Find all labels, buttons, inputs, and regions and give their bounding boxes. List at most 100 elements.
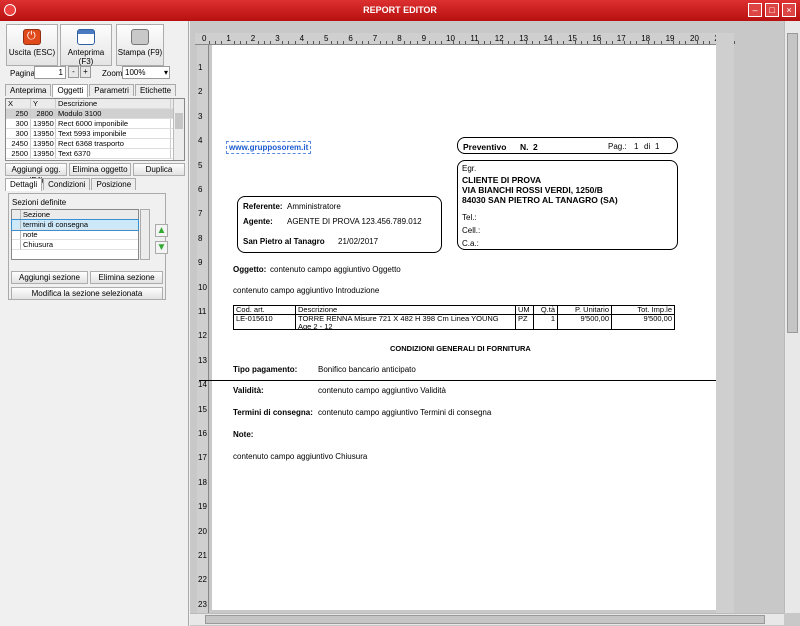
ruler-tick — [361, 41, 363, 44]
tab-condizioni[interactable]: Condizioni — [43, 178, 91, 190]
modify-section-button[interactable]: Modifica la sezione selezionata — [11, 287, 163, 300]
ruler-number: 11 — [198, 307, 207, 316]
main-tabs: Anteprima Oggetti Parametri Etichette — [5, 84, 177, 97]
vertical-scrollbar[interactable] — [784, 21, 800, 613]
tab-etichette[interactable]: Etichette — [134, 84, 177, 96]
sections-scrollbar[interactable] — [140, 209, 150, 260]
tab-posizione[interactable]: Posizione — [91, 178, 137, 190]
cell: Rect 6000 imponibile — [56, 119, 171, 128]
ruler-tick — [343, 41, 345, 44]
cell: 1 — [534, 315, 558, 330]
terms-value: contenuto campo aggiuntivo Termini di co… — [318, 408, 492, 417]
ruler-tick — [379, 41, 381, 44]
checkbox[interactable] — [12, 230, 21, 239]
cell: 9'500,00 — [558, 315, 612, 330]
ruler-tick — [526, 41, 528, 44]
table-row[interactable]: 300 13950 Text 5993 imponibile — [6, 129, 184, 139]
col-header: P. Unitario — [558, 306, 612, 314]
table-row[interactable]: 2450 13950 Rect 6368 trasporto — [6, 139, 184, 149]
list-item[interactable]: termini di consegna — [11, 219, 139, 231]
cell: 2500 — [6, 149, 31, 158]
minimize-icon[interactable]: – — [748, 3, 762, 17]
checkbox[interactable] — [12, 220, 21, 229]
col-x-header[interactable]: X — [6, 99, 31, 108]
ruler-tick — [501, 41, 503, 44]
add-section-button[interactable]: Aggiungi sezione — [11, 271, 88, 284]
preview-icon — [77, 29, 95, 45]
duplicate-button[interactable]: Duplica — [133, 163, 185, 176]
move-down-icon[interactable]: ▼ — [155, 241, 168, 254]
table-row[interactable]: 250 2800 Modulo 3100 — [6, 109, 184, 119]
preview-label: Anteprima (F3) — [67, 48, 105, 66]
ruler-number: 4 — [198, 136, 203, 146]
ruler-tick — [404, 41, 406, 44]
preview-button[interactable]: Anteprima (F3) — [60, 24, 112, 66]
horizontal-scrollbar[interactable] — [190, 613, 784, 625]
grid-scroll-thumb[interactable] — [175, 113, 183, 129]
oggetto-value: contenuto campo aggiuntivo Oggetto — [270, 265, 401, 274]
printer-icon — [131, 29, 149, 45]
ruler-number: 7 — [372, 34, 378, 43]
tab-oggetti[interactable]: Oggetti — [52, 84, 89, 97]
col-desc-header[interactable]: Descrizione — [56, 99, 171, 108]
page-minus-button[interactable]: - — [68, 66, 79, 78]
list-item[interactable]: note — [12, 230, 138, 240]
tab-dettagli[interactable]: Dettagli — [5, 178, 43, 191]
ruler-tick — [660, 41, 662, 44]
sections-header: Sezione — [12, 210, 138, 220]
maximize-icon[interactable]: □ — [765, 3, 779, 17]
ruler-number: 2 — [250, 34, 256, 43]
move-up-icon[interactable]: ▲ — [155, 224, 168, 237]
tab-parametri[interactable]: Parametri — [89, 84, 134, 96]
date-text: 21/02/2017 — [338, 237, 379, 246]
list-item[interactable]: Chiusura — [12, 240, 138, 250]
delete-section-button[interactable]: Elimina sezione — [90, 271, 163, 284]
table-row[interactable]: 2500 13950 Text 6370 — [6, 149, 184, 159]
ruler-tick — [678, 41, 680, 44]
checkbox[interactable] — [12, 240, 21, 249]
website-text[interactable]: www.grupposorem.it — [226, 141, 312, 154]
ruler-tick — [453, 41, 455, 44]
ruler-tick — [562, 41, 564, 44]
ruler-number: 5 — [198, 160, 203, 170]
section-divider[interactable] — [199, 380, 716, 381]
ruler-tick — [239, 41, 241, 44]
ruler-number: 3 — [198, 111, 203, 121]
grid-scrollbar[interactable] — [173, 99, 184, 160]
col-header: Descrizione — [296, 306, 516, 314]
close-icon[interactable]: × — [782, 3, 796, 17]
oggetto-label: Oggetto: — [233, 265, 267, 274]
ruler-number: 7 — [198, 209, 203, 219]
client-name: CLIENTE DI PROVA — [462, 175, 542, 185]
window-title: REPORT EDITOR — [363, 5, 437, 15]
ruler-tick — [367, 41, 369, 44]
exit-button[interactable]: Uscita (ESC) — [6, 24, 58, 66]
add-object-button[interactable]: Aggiungi ogg. (F4) — [5, 163, 67, 185]
objects-grid: X Y Descrizione 250 2800 Modulo 3100 300… — [5, 98, 185, 161]
vertical-scroll-thumb[interactable] — [787, 33, 798, 333]
zoom-select[interactable]: 100% ▾ — [122, 66, 170, 79]
ruler-number: 20 — [198, 526, 207, 536]
table-row[interactable]: 300 13950 Rect 6000 imponibile — [6, 119, 184, 129]
ruler-number: 9 — [421, 34, 427, 43]
horizontal-scroll-thumb[interactable] — [205, 615, 765, 624]
page-input[interactable]: 1 — [34, 66, 66, 79]
client-box[interactable] — [457, 160, 678, 250]
page-plus-button[interactable]: + — [80, 66, 91, 78]
col-y-header[interactable]: Y — [31, 99, 56, 108]
ruler-tick — [264, 41, 265, 44]
cell: Modulo 3100 — [56, 109, 171, 118]
ruler-tick — [282, 41, 284, 44]
page-text-value: 1 — [634, 142, 639, 151]
ruler-number: 10 — [198, 282, 207, 292]
delete-object-button[interactable]: Elimina oggetto — [69, 163, 131, 176]
app-icon — [4, 4, 16, 16]
ruler-tick — [312, 41, 314, 44]
print-button[interactable]: Stampa (F9) — [116, 24, 164, 66]
left-ruler: 1 2 3 4 5 6 7 8 9 10 11 12 13 14 15 16 17 18 19 20 21 22 23 — [197, 45, 209, 615]
tab-anteprima[interactable]: Anteprima — [5, 84, 52, 96]
validity-label: Validità: — [233, 386, 264, 395]
preventivo-label: Preventivo — [463, 142, 507, 152]
items-table[interactable]: Cod. art. Descrizione UM Q.tà P. Unitari… — [233, 305, 675, 330]
ruler-tick — [648, 41, 650, 44]
